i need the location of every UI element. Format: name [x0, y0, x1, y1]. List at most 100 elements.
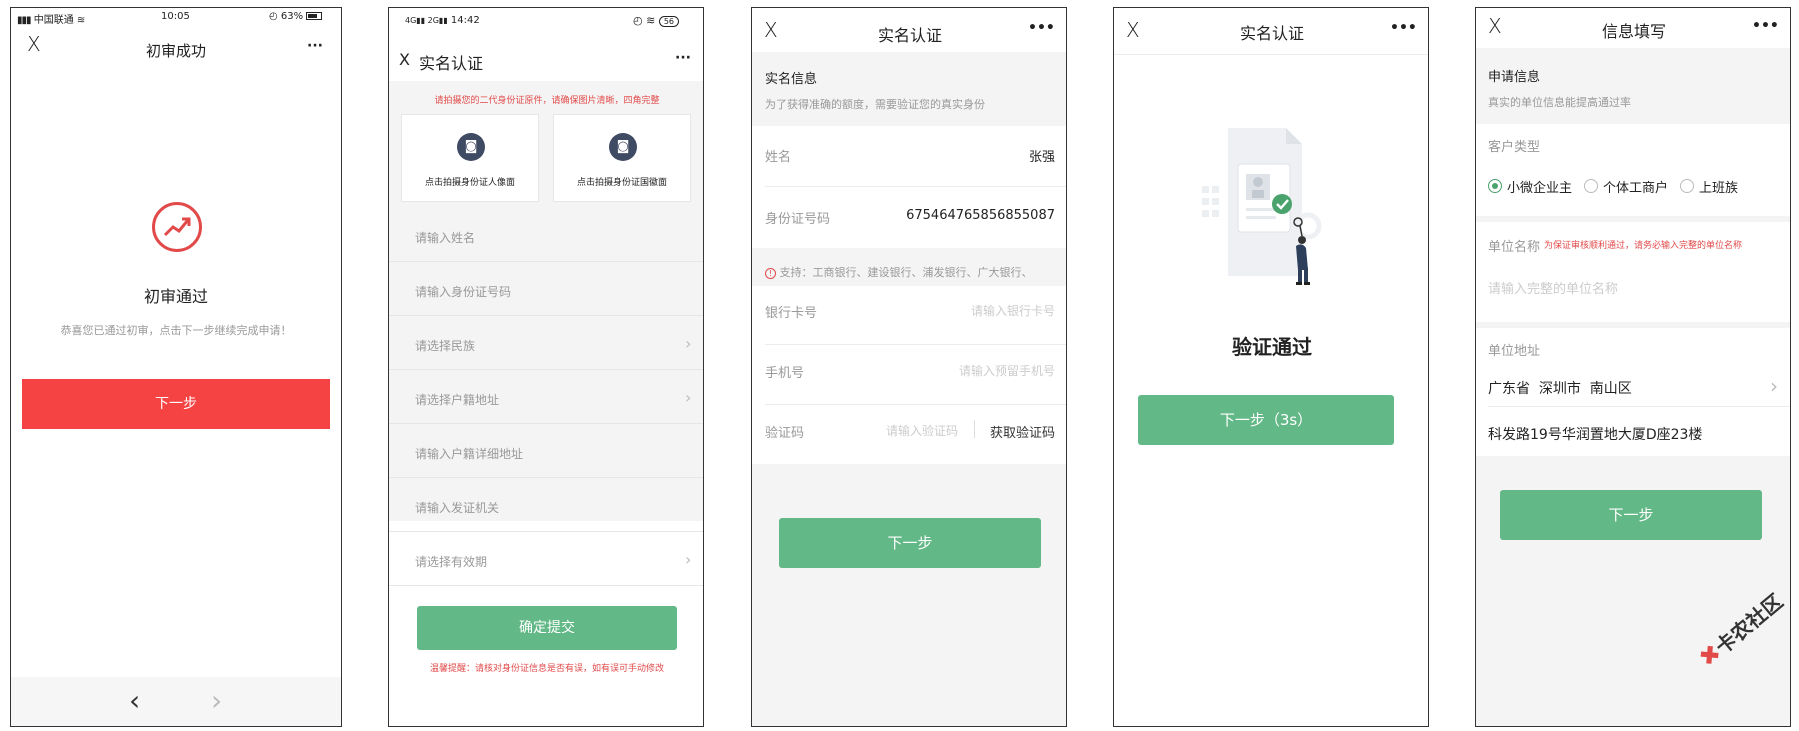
- screen-real-name-bank-card: X 实名认证 ••• 实名信息 为了获得准确的额度，需要验证您的真实身份 姓名 …: [751, 7, 1067, 727]
- radio-selected-icon: [1488, 179, 1502, 193]
- more-button[interactable]: •••: [1028, 20, 1055, 36]
- id-number-label: 身份证号码: [765, 212, 831, 227]
- phone-label: 手机号: [765, 366, 805, 381]
- chevron-right-icon: ›: [685, 388, 692, 407]
- customer-type-option[interactable]: 上班族: [1680, 176, 1772, 198]
- name-placeholder: 请输入姓名: [415, 231, 476, 245]
- id-back-upload[interactable]: ◙ 点击拍摄身份证国徽面: [553, 114, 691, 202]
- verification-code-input[interactable]: 请输入验证码: [886, 422, 958, 439]
- id-front-upload[interactable]: ◙ 点击拍摄身份证人像面: [401, 114, 539, 202]
- status-bar: ▮▮▮ 中国联通 ≋: [17, 11, 85, 26]
- name-value: 张强: [1028, 150, 1055, 165]
- identity-info-card: 姓名 张强 身份证号码 675464765856855087: [752, 126, 1066, 248]
- company-name-card: 单位名称 为保证审核顺利通过，请务必输入完整的单位名称 请输入完整的单位名称: [1476, 222, 1790, 322]
- company-address-card: 单位地址 广东省 深圳市 南山区 › 科发路19号华润置地大厦D座23楼: [1476, 328, 1790, 456]
- household-address-select[interactable]: 请选择户籍地址 ›: [389, 370, 703, 424]
- status-time: 10:05: [161, 11, 190, 22]
- chevron-right-icon: ›: [685, 550, 692, 569]
- back-nav-button[interactable]: ‹: [129, 684, 140, 717]
- screen-verification-passed: X 实名认证 ••• 验证通过 下一步（3s）: [1113, 7, 1429, 727]
- phone-input[interactable]: 请输入预留手机号: [959, 362, 1055, 379]
- status-bar: 4G▮▮ 2G▮▮ 14:42: [405, 15, 480, 26]
- customer-type-option[interactable]: 小微企业主: [1488, 176, 1580, 198]
- address-region-value: 广东省 深圳市 南山区: [1488, 381, 1632, 397]
- screen-real-name-id-upload: 4G▮▮ 2G▮▮ 14:42 ◴ ≋ 56 X 实名认证 ··· 请拍摄您的二…: [388, 7, 704, 727]
- battery-percent: 63%: [280, 11, 304, 22]
- result-title: 初审通过: [143, 287, 208, 306]
- household-address-placeholder: 请选择户籍地址: [415, 393, 500, 407]
- validity-placeholder: 请选择有效期: [415, 555, 488, 569]
- result-title: 验证通过: [1232, 335, 1312, 359]
- ethnicity-select[interactable]: 请选择民族 ›: [389, 316, 703, 370]
- divider: [765, 404, 1066, 405]
- card-number-input[interactable]: 请输入银行卡号: [971, 302, 1055, 319]
- customer-type-option-label: 小微企业主: [1507, 181, 1573, 196]
- customer-type-option-label: 上班族: [1699, 181, 1739, 196]
- forward-nav-button[interactable]: ›: [211, 684, 222, 717]
- next-button[interactable]: 下一步: [22, 379, 330, 429]
- section-description: 真实的单位信息能提高通过率: [1488, 96, 1631, 109]
- battery-icon: [306, 12, 323, 20]
- close-button[interactable]: X: [399, 50, 410, 69]
- radio-unselected-icon: [1680, 179, 1694, 193]
- id-front-label: 点击拍摄身份证人像面: [424, 178, 515, 188]
- verified-document-illustration: [1198, 128, 1328, 308]
- section-title: 申请信息: [1488, 70, 1541, 85]
- id-back-label: 点击拍摄身份证国徽面: [576, 178, 667, 188]
- warm-tip: 温馨提醒：请核对身份证信息是否有误，如有误可手动修改: [429, 664, 664, 674]
- next-button[interactable]: 下一步: [779, 518, 1041, 568]
- validity-select[interactable]: 请选择有效期 ›: [389, 532, 703, 586]
- trend-up-icon: [152, 202, 202, 252]
- id-number-field[interactable]: 请输入身份证号码: [389, 262, 703, 316]
- next-button[interactable]: 下一步: [1500, 490, 1762, 540]
- company-name-input[interactable]: 请输入完整的单位名称: [1488, 278, 1618, 297]
- page-title: 初审成功: [145, 42, 206, 60]
- more-button[interactable]: •••: [1390, 20, 1417, 36]
- battery-badge: 56: [658, 16, 680, 27]
- ethnicity-placeholder: 请选择民族: [415, 339, 476, 353]
- company-address-label: 单位地址: [1488, 344, 1541, 359]
- more-button[interactable]: ···: [307, 38, 323, 54]
- issuing-authority-placeholder: 请输入发证机关: [415, 501, 500, 515]
- id-number-placeholder: 请输入身份证号码: [415, 285, 512, 299]
- supported-banks-note: ! 支持：工商银行、建设银行、浦发银行、广大银行、: [765, 264, 1033, 280]
- address-detail-input[interactable]: 科发路19号华润置地大厦D座23楼: [1488, 424, 1702, 444]
- issuing-authority-field[interactable]: 请输入发证机关: [389, 478, 703, 532]
- company-name-label: 单位名称: [1488, 240, 1541, 255]
- submit-button[interactable]: 确定提交: [417, 606, 677, 650]
- more-button[interactable]: •••: [1752, 18, 1779, 34]
- carrier-label: 中国联通: [33, 15, 74, 26]
- verification-code-label: 验证码: [765, 426, 805, 441]
- radio-unselected-icon: [1584, 179, 1598, 193]
- name-field[interactable]: 请输入姓名: [389, 208, 703, 262]
- address-region-select[interactable]: 广东省 深圳市 南山区 ›: [1476, 366, 1790, 406]
- status-time: 14:42: [450, 15, 480, 26]
- signal-icon: ▮▮▮: [17, 15, 31, 26]
- divider: [1488, 406, 1790, 407]
- page-title: 实名认证: [1239, 24, 1304, 43]
- customer-type-label: 客户类型: [1488, 140, 1541, 155]
- status-right: ◴ 63%: [269, 11, 323, 22]
- page-title: 实名认证: [419, 54, 484, 73]
- page-title: 信息填写: [1601, 22, 1666, 41]
- supported-banks-text: 支持：工商银行、建设银行、浦发银行、广大银行、: [779, 266, 1033, 279]
- more-button[interactable]: ···: [675, 50, 691, 66]
- company-name-hint: 为保证审核顺利通过，请务必输入完整的单位名称: [1544, 241, 1743, 251]
- customer-type-option-label: 个体工商户: [1603, 181, 1669, 196]
- customer-type-option[interactable]: 个体工商户: [1584, 176, 1676, 198]
- get-code-button[interactable]: 获取验证码: [990, 422, 1055, 441]
- household-detail-field[interactable]: 请输入户籍详细地址: [389, 424, 703, 478]
- household-detail-placeholder: 请输入户籍详细地址: [415, 447, 524, 461]
- next-countdown-button[interactable]: 下一步（3s）: [1138, 395, 1394, 445]
- status-right: ◴ ≋ 56: [633, 14, 680, 27]
- divider: [765, 344, 1066, 345]
- chevron-right-icon: ›: [685, 334, 692, 353]
- customer-type-card: 客户类型 小微企业主 个体工商户 上班族: [1476, 124, 1790, 216]
- id-number-value: 675464765856855087: [906, 208, 1055, 223]
- section-title: 实名信息: [765, 72, 818, 87]
- chevron-right-icon: ›: [1770, 374, 1778, 398]
- camera-icon: ◙: [457, 133, 485, 161]
- photo-notice: 请拍摄您的二代身份证原件，请确保图片清晰，四角完整: [434, 96, 660, 106]
- section-description: 为了获得准确的额度，需要验证您的真实身份: [765, 98, 985, 111]
- info-icon: !: [765, 268, 776, 279]
